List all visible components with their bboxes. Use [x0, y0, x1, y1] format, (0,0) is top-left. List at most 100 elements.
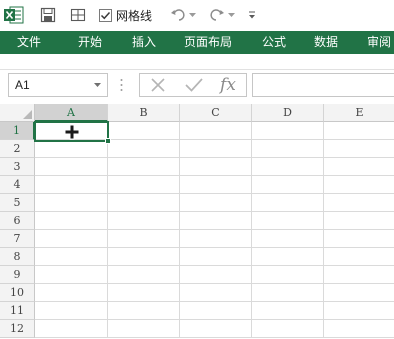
- row-header-10[interactable]: 10: [0, 284, 35, 302]
- cell-d2[interactable]: [252, 140, 324, 158]
- table-button[interactable]: [70, 5, 88, 25]
- cell-d7[interactable]: [252, 230, 324, 248]
- gridlines-checkbox[interactable]: 网格线: [99, 5, 152, 25]
- cell-a12[interactable]: [35, 320, 108, 338]
- row-header-2[interactable]: 2: [0, 140, 35, 158]
- tab-data[interactable]: 数据: [302, 31, 350, 54]
- excel-logo-icon[interactable]: [4, 5, 24, 25]
- cell-e11[interactable]: [324, 302, 394, 320]
- tab-review[interactable]: 审阅: [356, 31, 394, 54]
- cell-b12[interactable]: [108, 320, 180, 338]
- cell-e4[interactable]: [324, 176, 394, 194]
- undo-button[interactable]: [170, 5, 196, 25]
- column-header-b[interactable]: B: [108, 104, 180, 122]
- tab-home[interactable]: 开始: [66, 31, 114, 54]
- row-header-8[interactable]: 8: [0, 248, 35, 266]
- cell-e9[interactable]: [324, 266, 394, 284]
- column-header-e[interactable]: E: [324, 104, 394, 122]
- cell-e5[interactable]: [324, 194, 394, 212]
- undo-dropdown-icon[interactable]: [189, 12, 196, 18]
- cell-c3[interactable]: [180, 158, 252, 176]
- fill-handle[interactable]: [105, 138, 111, 144]
- cell-e3[interactable]: [324, 158, 394, 176]
- cell-c6[interactable]: [180, 212, 252, 230]
- row-header-12[interactable]: 12: [0, 320, 35, 338]
- cell-e8[interactable]: [324, 248, 394, 266]
- row-header-6[interactable]: 6: [0, 212, 35, 230]
- column-header-d[interactable]: D: [252, 104, 324, 122]
- cell-e7[interactable]: [324, 230, 394, 248]
- cell-c5[interactable]: [180, 194, 252, 212]
- redo-dropdown-icon[interactable]: [228, 12, 235, 18]
- cell-e2[interactable]: [324, 140, 394, 158]
- cell-b9[interactable]: [108, 266, 180, 284]
- formula-input[interactable]: [252, 73, 394, 97]
- tab-file[interactable]: 文件: [0, 31, 58, 54]
- cell-d1[interactable]: [252, 122, 324, 140]
- cell-e1[interactable]: [324, 122, 394, 140]
- cell-d4[interactable]: [252, 176, 324, 194]
- cell-a9[interactable]: [35, 266, 108, 284]
- cell-c11[interactable]: [180, 302, 252, 320]
- cell-a8[interactable]: [35, 248, 108, 266]
- cell-b1[interactable]: [108, 122, 180, 140]
- cell-d11[interactable]: [252, 302, 324, 320]
- row-header-3[interactable]: 3: [0, 158, 35, 176]
- column-header-c[interactable]: C: [180, 104, 252, 122]
- checkbox[interactable]: [99, 8, 112, 22]
- cell-c7[interactable]: [180, 230, 252, 248]
- column-header-a[interactable]: A: [35, 104, 108, 122]
- save-button[interactable]: [40, 5, 58, 25]
- cell-b4[interactable]: [108, 176, 180, 194]
- cell-a3[interactable]: [35, 158, 108, 176]
- cell-b7[interactable]: [108, 230, 180, 248]
- cell-a2[interactable]: [35, 140, 108, 158]
- cell-b11[interactable]: [108, 302, 180, 320]
- cell-c9[interactable]: [180, 266, 252, 284]
- cell-a10[interactable]: [35, 284, 108, 302]
- cell-c8[interactable]: [180, 248, 252, 266]
- cell-e10[interactable]: [324, 284, 394, 302]
- cell-a7[interactable]: [35, 230, 108, 248]
- cell-d6[interactable]: [252, 212, 324, 230]
- cell-a6[interactable]: [35, 212, 108, 230]
- cell-d3[interactable]: [252, 158, 324, 176]
- row-header-11[interactable]: 11: [0, 302, 35, 320]
- name-box[interactable]: A1: [8, 73, 108, 97]
- row-header-4[interactable]: 4: [0, 176, 35, 194]
- cell-b6[interactable]: [108, 212, 180, 230]
- cell-b2[interactable]: [108, 140, 180, 158]
- enter-button[interactable]: [182, 74, 206, 96]
- cell-b8[interactable]: [108, 248, 180, 266]
- cell-c10[interactable]: [180, 284, 252, 302]
- tab-insert[interactable]: 插入: [120, 31, 168, 54]
- cell-a11[interactable]: [35, 302, 108, 320]
- select-all-button[interactable]: [0, 104, 35, 122]
- cell-a5[interactable]: [35, 194, 108, 212]
- cell-c2[interactable]: [180, 140, 252, 158]
- cell-a4[interactable]: [35, 176, 108, 194]
- cell-c4[interactable]: [180, 176, 252, 194]
- customize-qat-button[interactable]: [248, 5, 256, 25]
- cell-d10[interactable]: [252, 284, 324, 302]
- cell-e6[interactable]: [324, 212, 394, 230]
- row-header-7[interactable]: 7: [0, 230, 35, 248]
- cell-c12[interactable]: [180, 320, 252, 338]
- worksheet-grid[interactable]: A B C D E 1 2 3 4 5 6 7 8 9 10 11 12: [0, 104, 394, 339]
- cancel-button[interactable]: [146, 74, 170, 96]
- redo-button[interactable]: [209, 5, 235, 25]
- tab-formulas[interactable]: 公式: [250, 31, 298, 54]
- fx-icon[interactable]: fx: [214, 74, 242, 96]
- cell-c1[interactable]: [180, 122, 252, 140]
- cell-d9[interactable]: [252, 266, 324, 284]
- cell-e12[interactable]: [324, 320, 394, 338]
- row-header-5[interactable]: 5: [0, 194, 35, 212]
- tab-page-layout[interactable]: 页面布局: [176, 31, 240, 54]
- dropdown-icon[interactable]: [93, 78, 102, 92]
- row-header-9[interactable]: 9: [0, 266, 35, 284]
- cell-b10[interactable]: [108, 284, 180, 302]
- cell-d12[interactable]: [252, 320, 324, 338]
- cell-d5[interactable]: [252, 194, 324, 212]
- row-header-1[interactable]: 1: [0, 122, 35, 140]
- drag-handle-icon[interactable]: [120, 78, 123, 92]
